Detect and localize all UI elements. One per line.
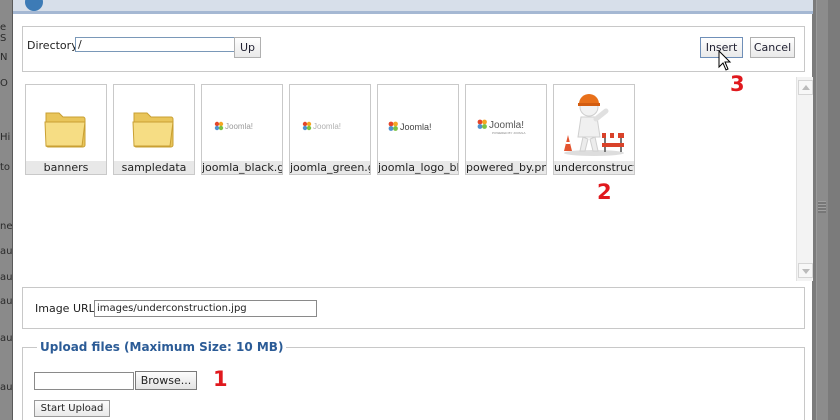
file-browser-scrollbar[interactable] [796, 77, 813, 281]
background-scroll-area [810, 0, 840, 420]
background-text: O [0, 78, 8, 89]
svg-text:Joomla!: Joomla! [313, 122, 341, 131]
under-construction-image [554, 85, 634, 161]
background-text: au [0, 246, 13, 257]
image-url-row: Image URL images/underconstruction.jpg [22, 287, 805, 329]
file-name: sampledata [114, 161, 194, 174]
file-item[interactable]: Joomla! joomla_logo_blac [377, 84, 459, 175]
folder-icon [114, 85, 194, 161]
annotation-number-1: 1 [213, 367, 228, 391]
file-name: powered_by.png [466, 161, 546, 174]
upload-fieldset: Upload files (Maximum Size: 10 MB) Brows… [22, 340, 805, 420]
file-name: banners [26, 161, 106, 174]
up-button[interactable]: Up [234, 37, 261, 58]
joomla-logo-image: Joomla! POWERED BY JOOMLA [466, 85, 546, 161]
joomla-logo-image: Joomla! [290, 85, 370, 161]
file-name: joomla_green.gif [290, 161, 370, 174]
file-item[interactable]: underconstructio [553, 84, 635, 175]
background-text: au [0, 296, 13, 307]
file-item[interactable]: sampledata [113, 84, 195, 175]
svg-text:Joomla!: Joomla! [489, 120, 524, 131]
cancel-button[interactable]: Cancel [750, 37, 795, 58]
annotation-number-3: 3 [730, 72, 745, 96]
background-text: to [0, 162, 11, 173]
annotation-number-2: 2 [597, 180, 612, 204]
background-text: au [0, 333, 13, 344]
insert-image-dialog: Directory / Up Insert Cancel banners sam… [12, 0, 813, 420]
start-upload-button[interactable]: Start Upload [34, 400, 110, 417]
scroll-down-icon[interactable] [798, 263, 813, 278]
background-text: Hi [0, 132, 11, 143]
file-item[interactable]: Joomla! joomla_green.gif [289, 84, 371, 175]
background-text: au [0, 272, 13, 283]
file-name: joomla_black.gif [202, 161, 282, 174]
directory-toolbar: Directory / Up Insert Cancel [22, 26, 805, 72]
folder-icon [26, 85, 106, 161]
directory-label: Directory [27, 39, 78, 52]
background-text: ne [0, 221, 13, 232]
file-name: underconstructio [554, 161, 634, 174]
scroll-up-icon[interactable] [798, 80, 813, 95]
dialog-titlebar [13, 0, 813, 14]
upload-legend: Upload files (Maximum Size: 10 MB) [37, 340, 287, 354]
browse-button[interactable]: Browse... [135, 371, 197, 390]
file-browser: banners sampledata Joomla! joomla_black. [22, 75, 813, 285]
joomla-logo-image: Joomla! [202, 85, 282, 161]
mouse-cursor-icon [718, 50, 732, 71]
svg-text:Joomla!: Joomla! [225, 122, 253, 131]
upload-file-input[interactable] [34, 372, 134, 390]
file-name: joomla_logo_blac [378, 161, 458, 174]
svg-text:Joomla!: Joomla! [400, 122, 432, 132]
image-url-input[interactable]: images/underconstruction.jpg [94, 300, 317, 317]
image-url-label: Image URL [35, 302, 95, 315]
background-text: au [0, 382, 13, 393]
svg-text:POWERED BY JOOMLA: POWERED BY JOOMLA [492, 131, 525, 135]
file-item[interactable]: Joomla! POWERED BY JOOMLA powered_by.png [465, 84, 547, 175]
dialog-title-icon [25, 0, 43, 11]
background-text: N [0, 52, 8, 63]
page-scrollbar-grip[interactable] [818, 201, 826, 213]
directory-select[interactable]: / [75, 37, 251, 52]
file-item[interactable]: banners [25, 84, 107, 175]
directory-select-value: / [78, 38, 82, 51]
joomla-logo-image: Joomla! [378, 85, 458, 161]
file-item[interactable]: Joomla! joomla_black.gif [201, 84, 283, 175]
